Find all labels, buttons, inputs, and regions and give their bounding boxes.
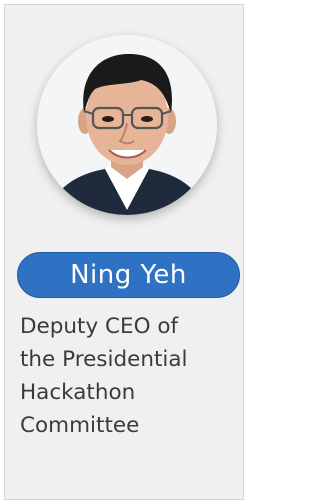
job-title-line: the Presidential [20,347,188,372]
job-title-line: Hackathon [20,380,136,405]
job-title: Deputy CEO of the Presidential Hackathon… [20,310,242,442]
job-title-line: Committee [20,413,140,438]
avatar [37,35,217,215]
portrait-photo-icon [37,35,217,215]
profile-card: Ning Yeh Deputy CEO of the Presidential … [4,4,244,500]
name-badge: Ning Yeh [17,252,240,298]
job-title-line: Deputy CEO of [20,314,179,339]
